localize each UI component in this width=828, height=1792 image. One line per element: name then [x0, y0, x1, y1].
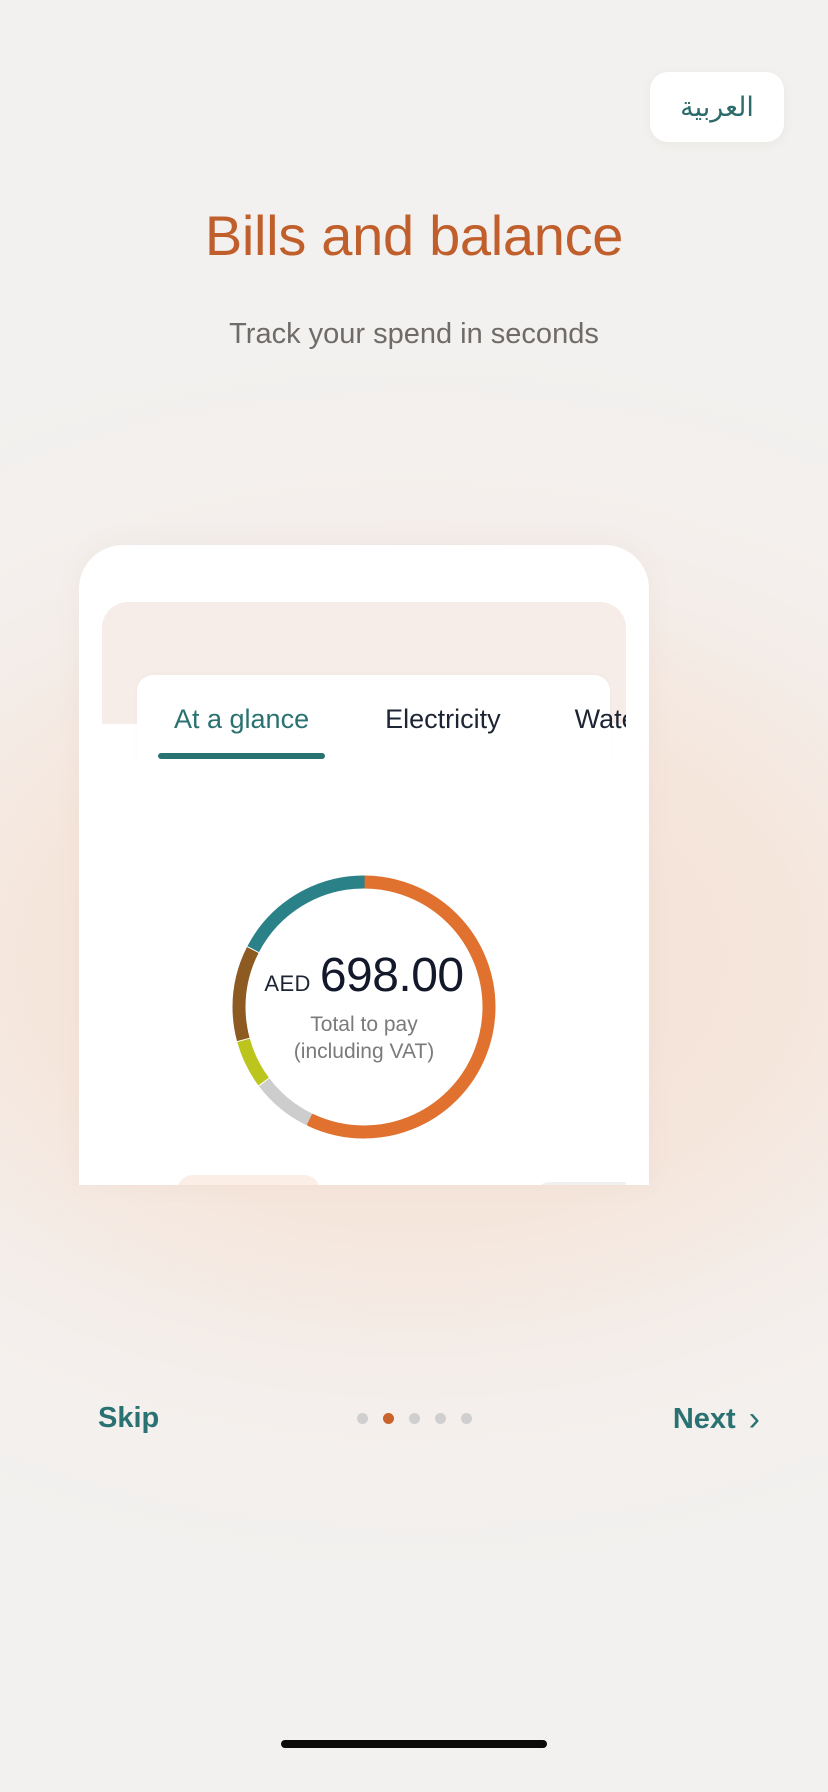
chevron-right-icon: › [748, 1400, 760, 1438]
tab-electricity-label: Electricity [385, 703, 501, 734]
pagination-dot-1[interactable] [356, 1413, 368, 1424]
pagination-dot-3[interactable] [408, 1413, 420, 1424]
tab-water[interactable]: Water [571, 704, 626, 735]
tab-at-a-glance[interactable]: At a glance [157, 703, 326, 759]
pagination-dot-5[interactable] [460, 1413, 472, 1424]
tab-at-a-glance-label: At a glance [174, 703, 310, 734]
language-toggle-label: العربية [680, 91, 754, 122]
next-button[interactable]: Next › [673, 1402, 760, 1436]
tab-electricity[interactable]: Electricity [381, 704, 505, 735]
total-amount-row: AED 698.00 [264, 948, 464, 1003]
tab-bar: At a glance Electricity Water [137, 675, 626, 763]
total-currency: AED [264, 971, 311, 997]
phone-screen: At a glance Electricity Water [102, 602, 626, 1185]
home-indicator [281, 1740, 547, 1748]
phone-mockup: At a glance Electricity Water [79, 545, 649, 1185]
next-button-label: Next [672, 1402, 736, 1435]
total-caption: Total to pay (including VAT) [294, 1012, 434, 1066]
total-caption-line2: (including VAT) [293, 1040, 435, 1063]
phone-notch [229, 602, 499, 648]
tab-water-label: Water [574, 703, 626, 734]
donut-center-content: AED 698.00 Total to pay (including VAT) [219, 862, 509, 1152]
spend-donut-chart: AED 698.00 Total to pay (including VAT) [219, 862, 509, 1152]
donut-label-grey: AED 52.50 [534, 1182, 626, 1185]
page-subtitle: Track your spend in seconds [229, 318, 599, 350]
pagination-dot-4[interactable] [434, 1413, 446, 1424]
language-toggle-button[interactable]: العربية [650, 72, 784, 142]
pagination-dot-2[interactable] [382, 1413, 394, 1424]
at-a-glance-panel: AED 698.00 Total to pay (including VAT) … [122, 764, 626, 1185]
total-amount: 698.00 [319, 949, 464, 1003]
total-caption-line1: Total to pay [310, 1013, 418, 1037]
page-title: Bills and balance [204, 204, 624, 267]
donut-label-electricity: AED 401.91 [177, 1175, 321, 1185]
